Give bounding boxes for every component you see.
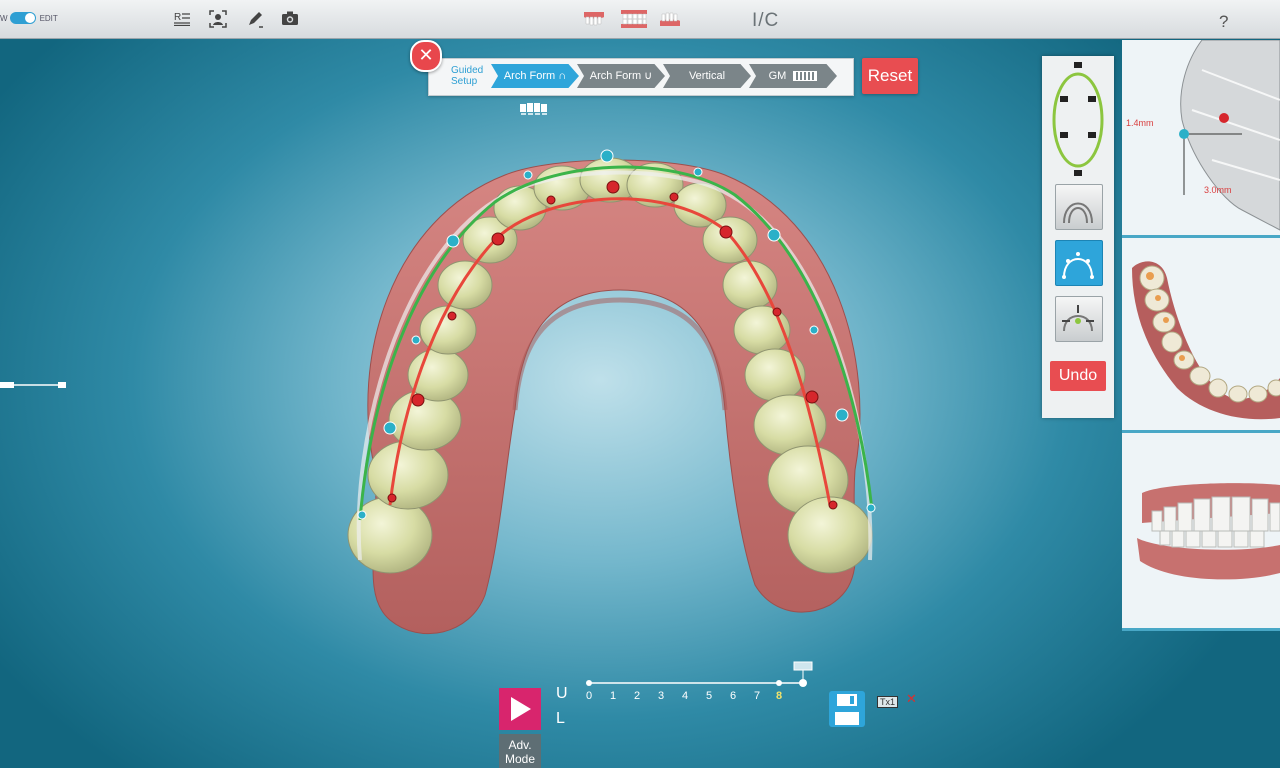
view-label: W	[0, 13, 8, 23]
guided-setup-panel: Guided Setup Arch Form ∩ Arch Form ∪ Ver…	[428, 58, 854, 96]
upper-arch-toggle[interactable]: U	[556, 685, 568, 703]
stage-tick[interactable]: 7	[751, 690, 763, 702]
step-label: Arch Form	[503, 70, 556, 82]
adv-mode-line2: Mode	[504, 752, 536, 766]
step-label: Arch Form	[589, 70, 642, 82]
svg-text:R: R	[174, 12, 181, 23]
lower-arch-icon[interactable]	[658, 9, 682, 29]
occlusal-view[interactable]	[1122, 238, 1280, 433]
stage-tick[interactable]: 4	[679, 690, 691, 702]
step-label: Vertical	[688, 70, 726, 82]
help-button[interactable]: ?	[1219, 12, 1228, 32]
step-arch-form-upper[interactable]: Arch Form ∩	[491, 64, 579, 88]
measure-label-1: 1.4mm	[1126, 118, 1154, 128]
arch-tool-panel: Undo	[1042, 56, 1114, 418]
step-vertical[interactable]: Vertical	[663, 64, 751, 88]
stage-tick[interactable]: 5	[703, 690, 715, 702]
side-profile-view[interactable]: 1.4mm 3.0mm	[1122, 40, 1280, 238]
view-edit-toggle[interactable]: W EDIT	[0, 12, 58, 24]
teeth-mini-icon	[519, 102, 549, 119]
arch-adjust-tool-button[interactable]	[1055, 296, 1103, 342]
app-title: I/C	[752, 10, 780, 31]
reset-button[interactable]: Reset	[862, 58, 918, 94]
close-guided-setup-button[interactable]: ✕	[410, 40, 442, 72]
arch-lock-diagram[interactable]	[1048, 60, 1108, 180]
stage-tick[interactable]: 1	[607, 690, 619, 702]
stage-tick[interactable]: 3	[655, 690, 667, 702]
stage-tick[interactable]: 0	[583, 690, 595, 702]
top-toolbar: W EDIT R I/C ?	[0, 0, 1280, 39]
stage-timeline[interactable]: ✕ 0 1 2 3 4 5 6 7 8	[580, 660, 820, 710]
pen-icon[interactable]	[245, 10, 265, 28]
gm-bar-icon	[793, 71, 818, 82]
edit-label: EDIT	[39, 13, 58, 23]
adv-mode-line1: Adv.	[508, 738, 532, 752]
report-icon[interactable]: R	[172, 10, 192, 28]
arch-shape-tool-button[interactable]	[1055, 184, 1103, 230]
lower-arch-toggle[interactable]: L	[556, 710, 565, 728]
guided-label-line2: Setup	[451, 76, 478, 87]
guided-label-line1: Guided	[451, 65, 484, 76]
frontal-view[interactable]	[1122, 433, 1280, 631]
step-label: GM	[768, 70, 787, 82]
measure-label-2: 3.0mm	[1204, 185, 1232, 195]
both-arches-icon[interactable]	[620, 9, 647, 29]
arch-3d-viewport[interactable]	[330, 140, 900, 650]
upper-arch-icon[interactable]	[582, 9, 606, 29]
treatment-remove-icon[interactable]: ✕	[906, 691, 917, 707]
stage-tick[interactable]: 2	[631, 690, 643, 702]
camera-icon[interactable]	[280, 10, 300, 28]
guided-setup-label: Guided Setup	[451, 65, 483, 87]
toggle-switch[interactable]	[9, 12, 36, 24]
arch-edit-tool-button[interactable]	[1055, 240, 1103, 286]
face-scan-icon[interactable]	[208, 10, 228, 28]
stage-tick-current[interactable]: 8	[773, 690, 785, 702]
stage-tick[interactable]: 6	[727, 690, 739, 702]
left-edge-slider[interactable]	[0, 381, 66, 389]
undo-button[interactable]: Undo	[1050, 361, 1106, 391]
step-arch-form-lower[interactable]: Arch Form ∪	[577, 64, 665, 88]
step-gm[interactable]: GM	[749, 64, 837, 88]
save-icon[interactable]	[826, 688, 868, 730]
play-button[interactable]	[499, 688, 541, 730]
arch-down-icon: ∪	[644, 70, 653, 82]
arch-up-icon: ∩	[558, 70, 567, 82]
treatment-label[interactable]: Tx1	[877, 696, 899, 708]
adv-mode-button[interactable]: Adv. Mode	[499, 734, 541, 768]
